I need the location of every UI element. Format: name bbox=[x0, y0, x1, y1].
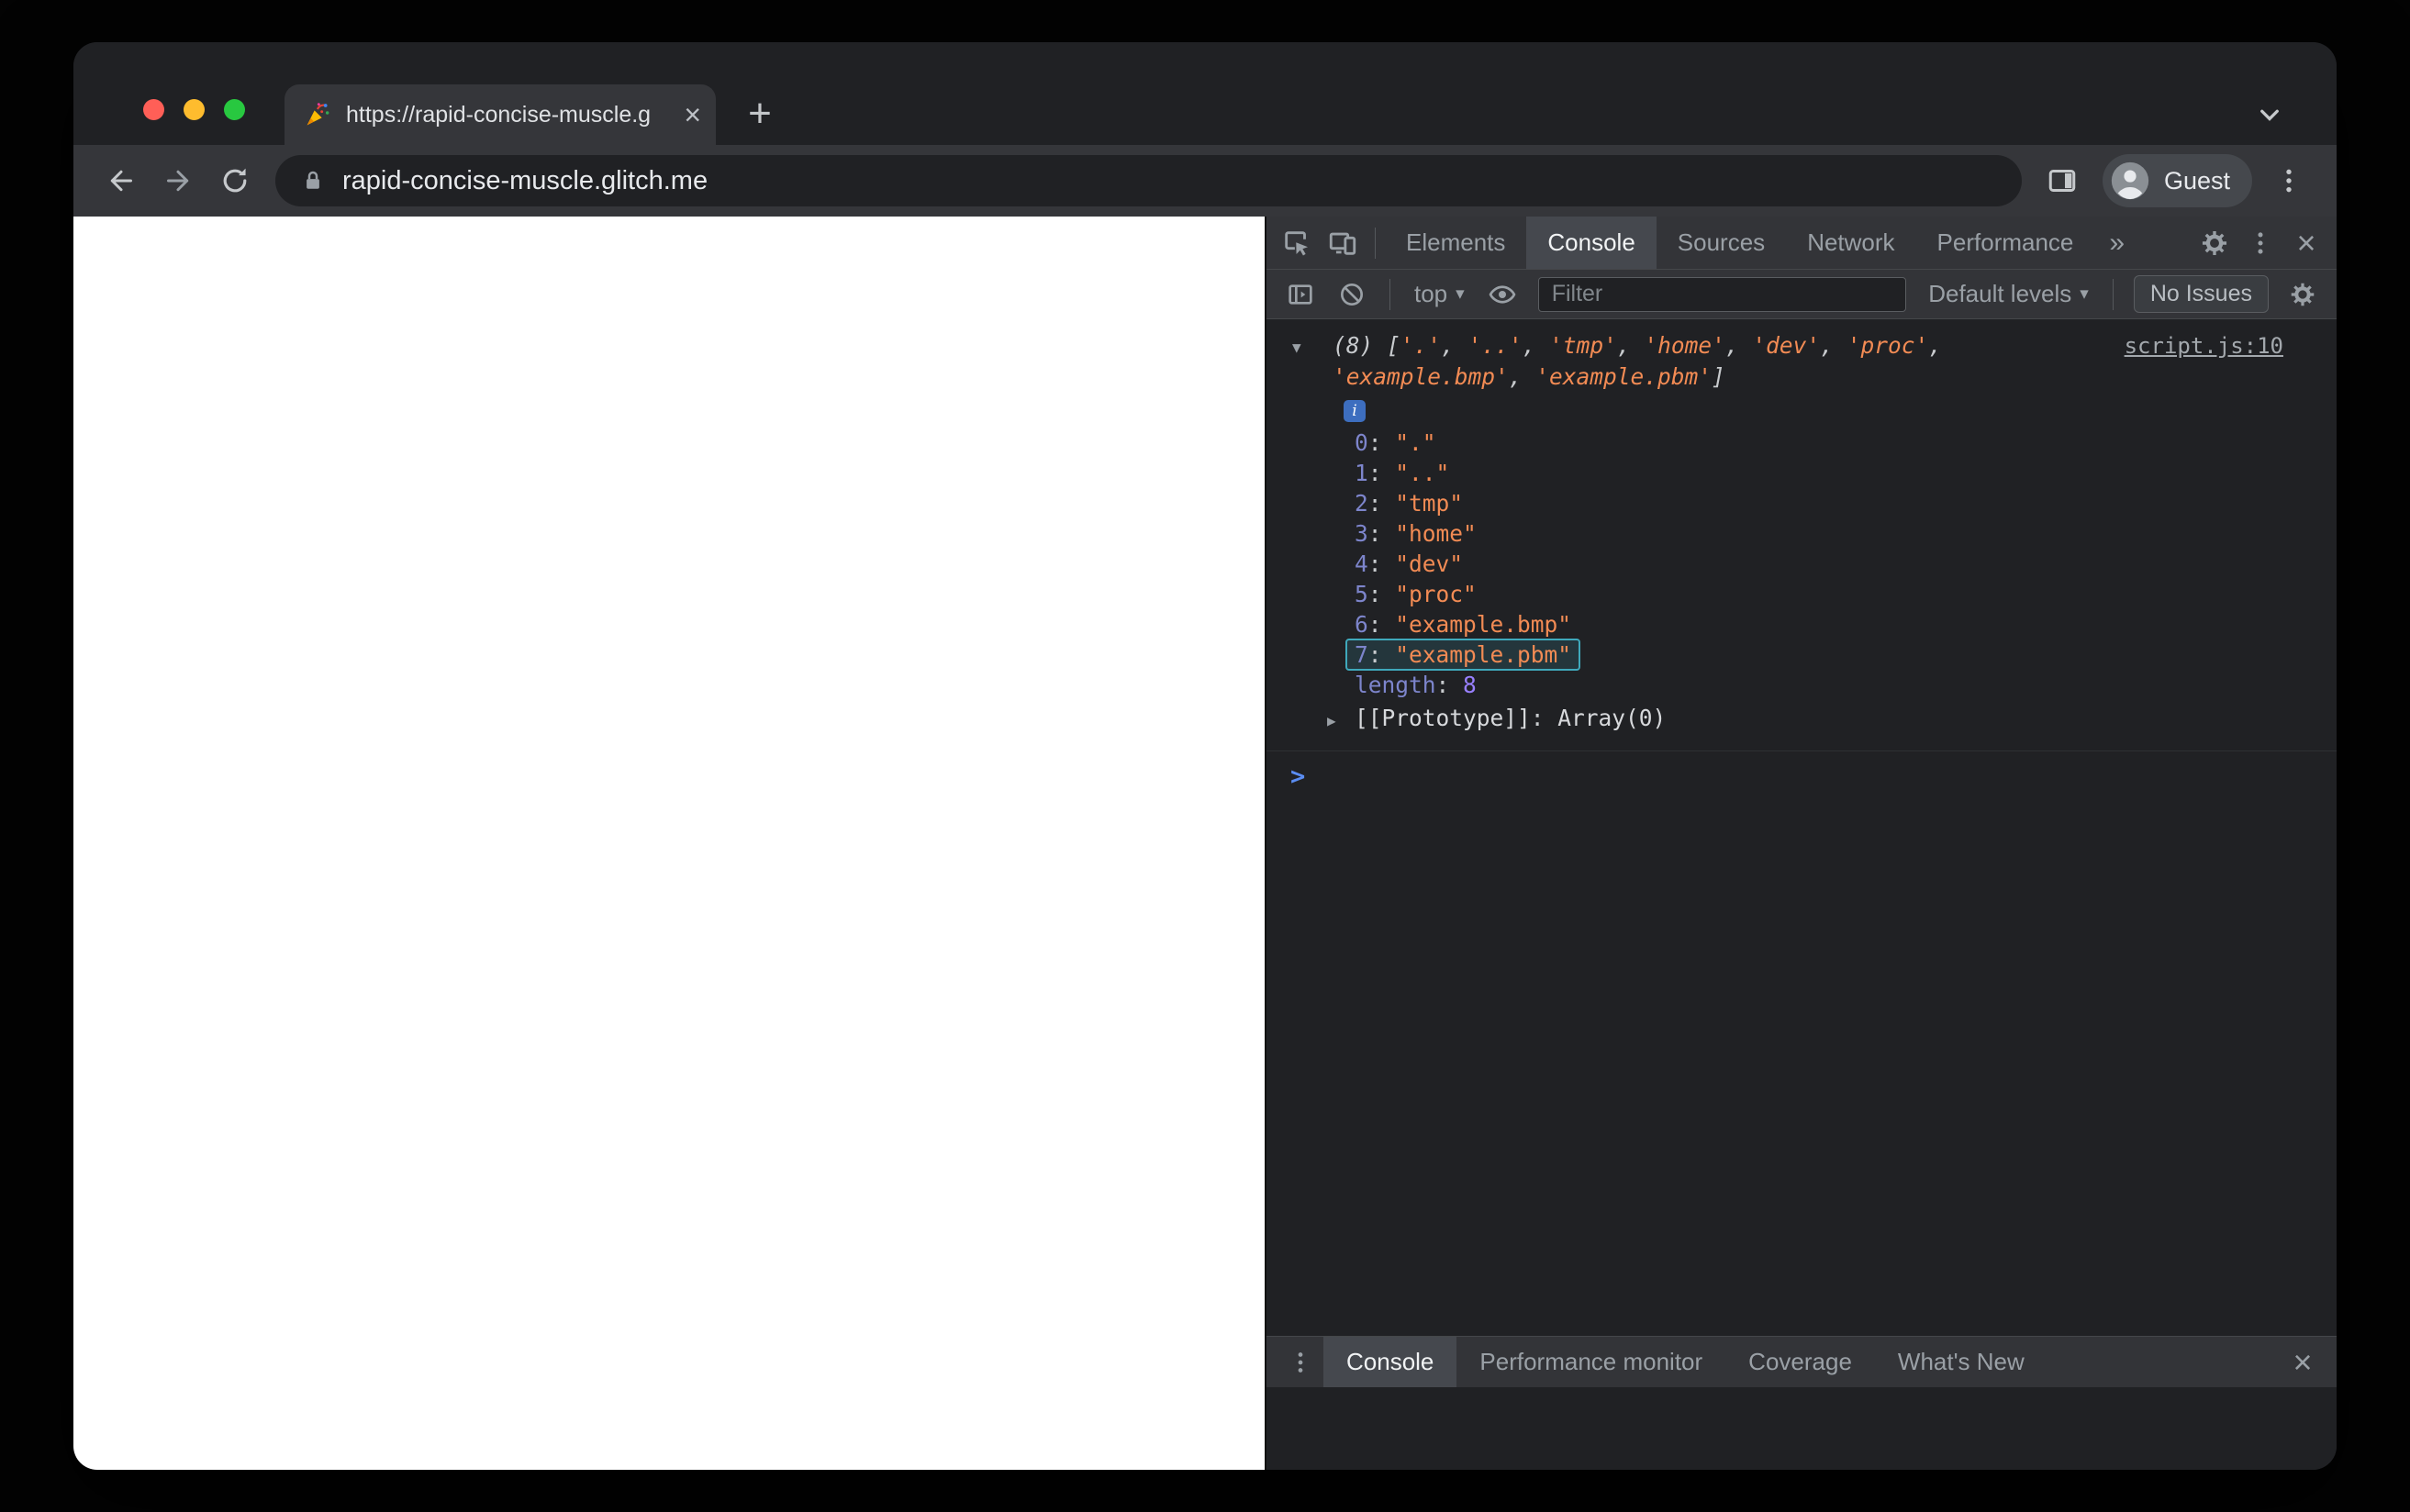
console-messages: ▼ (8) ['.', '..', 'tmp', 'home', 'dev', … bbox=[1266, 319, 2337, 1336]
profile-name: Guest bbox=[2163, 166, 2230, 195]
forward-button[interactable] bbox=[154, 157, 202, 205]
context-selector[interactable]: top ▾ bbox=[1405, 280, 1474, 308]
console-message: ▼ (8) ['.', '..', 'tmp', 'home', 'dev', … bbox=[1266, 319, 2337, 751]
array-property-row: 5: "proc" bbox=[1355, 581, 1477, 607]
tab-search-chevron-icon[interactable] bbox=[2250, 95, 2289, 134]
back-button[interactable] bbox=[97, 157, 145, 205]
avatar-icon bbox=[2110, 161, 2150, 201]
devtools-tab-console[interactable]: Console bbox=[1526, 217, 1657, 269]
page-content[interactable] bbox=[73, 217, 1265, 1470]
devtools-tab-bar: Elements Console Sources Network Performance… bbox=[1266, 217, 2337, 270]
devtools-tab-network[interactable]: Network bbox=[1786, 217, 1915, 269]
fullscreen-window-button[interactable] bbox=[224, 99, 245, 120]
tab-close-icon[interactable]: × bbox=[684, 100, 701, 129]
info-icon: i bbox=[1344, 400, 1366, 422]
console-prompt[interactable]: > bbox=[1266, 751, 2337, 791]
lock-icon[interactable] bbox=[299, 167, 327, 195]
devtools-tab-bar-right: × bbox=[2192, 220, 2329, 266]
console-sidebar-icon[interactable] bbox=[1278, 272, 1323, 317]
devtools-tab-list: Elements Console Sources Network Performance bbox=[1385, 217, 2094, 269]
devtools-tab-elements[interactable]: Elements bbox=[1385, 217, 1526, 269]
more-tabs-icon[interactable]: » bbox=[2094, 228, 2139, 259]
content-area: Elements Console Sources Network Performance… bbox=[73, 217, 2337, 1470]
navigation-bar: rapid-concise-muscle.glitch.me Guest bbox=[73, 145, 2337, 217]
clear-console-icon[interactable] bbox=[1329, 272, 1375, 317]
console-settings-gear-icon[interactable] bbox=[2280, 272, 2326, 317]
issues-badge[interactable]: No Issues bbox=[2133, 275, 2269, 313]
window-controls bbox=[143, 99, 245, 120]
console-source-link[interactable]: script.js:10 bbox=[2125, 330, 2283, 361]
drawer-tab-console[interactable]: Console bbox=[1323, 1337, 1457, 1387]
address-bar[interactable]: rapid-concise-muscle.glitch.me bbox=[275, 155, 2022, 206]
array-property-row: 4: "dev" bbox=[1355, 550, 1464, 577]
close-window-button[interactable] bbox=[143, 99, 164, 120]
reload-button[interactable] bbox=[211, 157, 259, 205]
drawer-content bbox=[1266, 1387, 2337, 1470]
divider bbox=[1375, 227, 1376, 259]
expand-array-icon[interactable]: ▼ bbox=[1292, 330, 1333, 363]
drawer-tab-performance-monitor[interactable]: Performance monitor bbox=[1456, 1337, 1725, 1387]
devtools-close-icon[interactable]: × bbox=[2283, 220, 2329, 266]
party-popper-favicon-icon bbox=[303, 100, 332, 129]
prompt-chevron-icon: > bbox=[1290, 762, 1306, 791]
new-tab-button[interactable]: + bbox=[736, 90, 784, 138]
settings-gear-icon[interactable] bbox=[2192, 220, 2237, 266]
desktop-background: https://rapid-concise-muscle.g × + rapid… bbox=[0, 0, 2410, 1512]
drawer-tab-what-s-new[interactable]: What's New bbox=[1875, 1337, 2047, 1387]
side-panel-button[interactable] bbox=[2038, 157, 2086, 205]
info-row: i bbox=[1344, 400, 2283, 424]
browser-tab[interactable]: https://rapid-concise-muscle.g × bbox=[285, 84, 716, 145]
drawer-tab-list: Console Performance monitor Coverage What's… bbox=[1323, 1337, 2047, 1387]
url-text: rapid-concise-muscle.glitch.me bbox=[342, 165, 708, 195]
array-property-row: 0: "." bbox=[1355, 429, 1436, 456]
tab-title: https://rapid-concise-muscle.g bbox=[346, 101, 652, 128]
expand-prototype-icon[interactable]: ▶ bbox=[1327, 703, 1355, 739]
drawer-tab-coverage[interactable]: Coverage bbox=[1725, 1337, 1875, 1387]
drawer-close-icon[interactable]: × bbox=[2280, 1340, 2326, 1385]
array-property-row: 2: "tmp" bbox=[1355, 490, 1464, 517]
browser-window: https://rapid-concise-muscle.g × + rapid… bbox=[73, 42, 2337, 1470]
devtools-panel: Elements Console Sources Network Performance… bbox=[1265, 217, 2337, 1470]
array-preview[interactable]: (8) ['.', '..', 'tmp', 'home', 'dev', 'p… bbox=[1333, 330, 2106, 393]
chevron-down-icon: ▾ bbox=[1456, 284, 1465, 304]
array-property-row: 7: "example.pbm" bbox=[1292, 639, 2283, 671]
array-length-row: length: 8 bbox=[1355, 672, 1477, 698]
console-filter-input[interactable] bbox=[1537, 276, 1907, 312]
divider bbox=[1389, 278, 1390, 310]
device-toolbar-icon[interactable] bbox=[1320, 220, 1366, 266]
inspect-element-icon[interactable] bbox=[1274, 220, 1320, 266]
drawer-menu-kebab-icon[interactable] bbox=[1278, 1340, 1323, 1385]
array-property-row: 3: "home" bbox=[1355, 520, 1477, 547]
devtools-menu-kebab-icon[interactable] bbox=[2237, 220, 2283, 266]
array-property-row: 6: "example.bmp" bbox=[1355, 611, 1572, 638]
console-toolbar: top ▾ Default levels ▾ No Issues bbox=[1266, 270, 2337, 319]
profile-chip[interactable]: Guest bbox=[2102, 154, 2252, 207]
log-levels-selector[interactable]: Default levels ▾ bbox=[1919, 280, 2098, 308]
drawer-tab-bar: Console Performance monitor Coverage What's… bbox=[1266, 1336, 2337, 1387]
divider bbox=[2112, 278, 2114, 310]
chevron-down-icon: ▾ bbox=[2080, 284, 2089, 304]
browser-menu-kebab-icon[interactable] bbox=[2265, 157, 2313, 205]
live-expression-eye-icon[interactable] bbox=[1479, 272, 1525, 317]
array-preview-values: ['.', '..', 'tmp', 'home', 'dev', 'proc'… bbox=[1333, 332, 1942, 390]
devtools-tab-performance[interactable]: Performance bbox=[1916, 217, 2095, 269]
minimize-window-button[interactable] bbox=[184, 99, 205, 120]
devtools-tab-sources[interactable]: Sources bbox=[1657, 217, 1786, 269]
array-property-row: 1: ".." bbox=[1355, 460, 1450, 486]
tab-strip: https://rapid-concise-muscle.g × + bbox=[73, 42, 2337, 145]
prototype-row[interactable]: ▶ [[Prototype]]: Array(0) bbox=[1292, 700, 2283, 739]
array-property-list: 0: "." 1: ".." 2: "tmp" 3: "home" 4: "dev" 5:… bbox=[1292, 428, 2283, 671]
